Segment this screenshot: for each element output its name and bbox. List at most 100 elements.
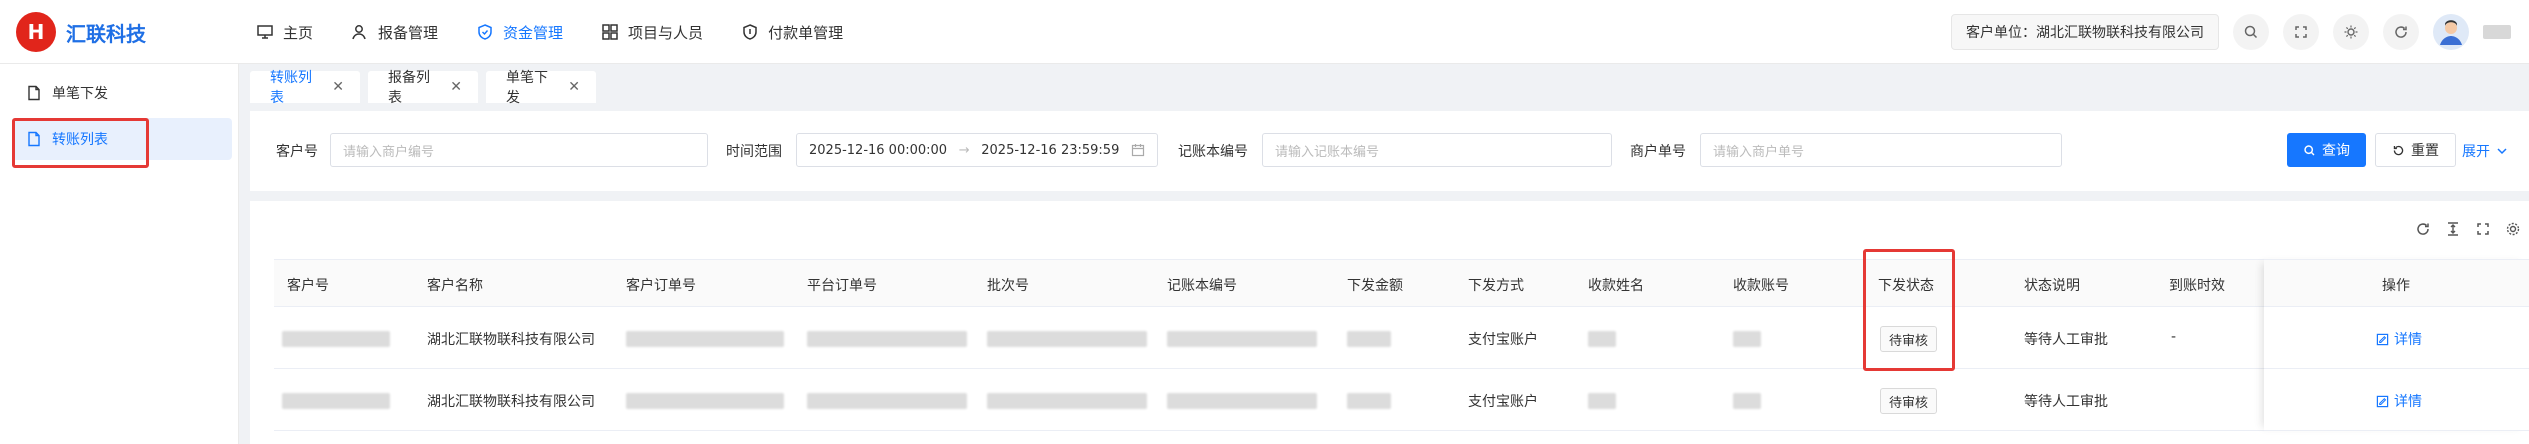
tab-transfer-list[interactable]: 转账列表 ✕ [250,70,360,106]
col-operation: 操作 [2382,278,2410,294]
tab-report-list[interactable]: 报备列表 ✕ [368,70,478,106]
col-status: 下发状态 [1878,278,1934,294]
tab-label: 单笔下发 [506,70,548,106]
search-submit-button[interactable]: 查询 [2287,133,2366,167]
sidebar-item-transfer-list[interactable]: 转账列表 [12,118,232,160]
top-nav: 主页 报备管理 资金管理 项目与人员 付款单管理 [256,0,843,64]
reset-icon [2393,145,2404,155]
file-icon [28,131,40,147]
col-customer-name: 客户名称 [427,278,483,294]
table-toolbar [2415,221,2521,237]
header-actions: 客户单位：湖北汇联物联科技有限公司 [1951,14,2511,50]
edit-icon [2376,395,2389,407]
reset-button[interactable]: 重置 [2375,133,2456,167]
company-selector[interactable]: 客户单位：湖北汇联物联科技有限公司 [1951,14,2219,50]
col-payee-name: 收款姓名 [1588,278,1644,294]
brand-logo[interactable]: H 汇联科技 [16,12,146,52]
gear-icon[interactable] [2505,221,2521,237]
status-badge: 待审核 [1880,326,1938,352]
nav-projects[interactable]: 项目与人员 [601,22,703,43]
monitor-icon [257,25,273,39]
tab-single-transfer[interactable]: 单笔下发 ✕ [486,70,596,106]
col-ledger-no: 记账本编号 [1167,278,1237,294]
col-platform-order: 平台订单号 [807,278,877,294]
nav-projects-label: 项目与人员 [628,23,704,42]
col-status-desc: 状态说明 [2024,278,2080,294]
redacted-platform-order [807,393,967,409]
refresh-icon [2395,26,2407,38]
close-icon[interactable]: ✕ [332,79,344,95]
customer-input[interactable]: 请输入商户编号 [330,133,708,167]
detail-label: 详情 [2394,332,2422,348]
col-batch-no: 批次号 [987,278,1029,294]
sidebar-item-single-transfer[interactable]: 单笔下发 [12,72,232,114]
refresh-button[interactable] [2383,14,2419,50]
redacted-payee-account [1733,331,1761,347]
nav-report-label: 报备管理 [378,23,439,42]
sidebar-item-label: 转账列表 [52,132,108,148]
sidebar: 单笔下发 转账列表 [0,64,239,444]
status-badge: 待审核 [1880,388,1938,414]
col-customer-no: 客户号 [287,278,329,294]
redacted-amount [1347,393,1391,409]
redacted-payee-name [1588,393,1616,409]
nav-payment[interactable]: 付款单管理 [741,22,843,43]
col-customer-order: 客户订单号 [626,278,696,294]
table-row[interactable]: 湖北汇联物联科技有限公司 支付宝账户 待审核 等待人工审批 - [274,307,2529,369]
avatar[interactable] [2433,14,2469,50]
method-cell: 支付宝账户 [1468,332,1538,348]
redacted-payee-name [1588,331,1616,347]
redacted-customer-order [626,331,784,347]
theme-button[interactable] [2333,14,2369,50]
expand-link[interactable]: 展开 [2462,141,2508,161]
merchant-order-label: 商户单号 [1630,144,1686,160]
col-method: 下发方式 [1468,278,1524,294]
nav-funds[interactable]: 资金管理 [476,22,563,43]
nav-funds-label: 资金管理 [503,23,564,42]
tab-label: 报备列表 [388,70,430,106]
tab-label: 转账列表 [270,70,312,106]
refresh-icon[interactable] [2415,221,2431,237]
end-date: 2025-12-16 23:59:59 [981,142,1120,158]
avatar-icon [2440,20,2462,45]
col-amount: 下发金额 [1347,278,1403,294]
reset-label: 重置 [2411,143,2439,159]
file-icon [28,85,40,101]
arrow-right-icon: → [958,142,970,158]
fullscreen-icon [2295,26,2307,38]
close-icon[interactable]: ✕ [568,79,580,95]
status-desc-cell: 等待人工审批 [2024,332,2108,348]
table-panel: 客户号 客户名称 客户订单号 平台订单号 批次号 记账本编号 下发金额 下发方式… [250,201,2529,444]
redacted-ledger-no [1167,393,1317,409]
ledger-label: 记账本编号 [1178,144,1248,160]
tab-bar: 转账列表 ✕ 报备列表 ✕ 单笔下发 ✕ [240,64,2529,110]
column-height-icon[interactable] [2445,221,2461,237]
nav-report[interactable]: 报备管理 [351,22,438,43]
nav-home[interactable]: 主页 [256,22,313,43]
close-icon[interactable]: ✕ [450,79,462,95]
redacted-ledger-no [1167,331,1317,347]
search-icon [2304,144,2315,155]
table-row[interactable]: 湖北汇联物联科技有限公司 支付宝账户 待审核 等待人工审批 [274,369,2529,431]
search-label: 查询 [2322,143,2350,159]
start-date: 2025-12-16 00:00:00 [809,142,948,158]
filter-panel: 客户号 请输入商户编号 时间范围 2025-12-16 00:00:00 → 2… [250,111,2529,191]
shield-check-icon [743,24,757,40]
nav-home-label: 主页 [283,23,314,42]
merchant-order-input[interactable]: 请输入商户单号 [1700,133,2062,167]
top-header: H 汇联科技 主页 报备管理 资金管理 项目与人员 付款单管理 客户单位：湖北汇… [0,0,2529,64]
fullscreen-icon[interactable] [2475,221,2491,237]
table-header: 客户号 客户名称 客户订单号 平台订单号 批次号 记账本编号 下发金额 下发方式… [274,259,2529,307]
date-range-picker[interactable]: 2025-12-16 00:00:00 → 2025-12-16 23:59:5… [796,133,1158,167]
search-button[interactable] [2233,14,2269,50]
redacted-batch-no [987,331,1147,347]
ledger-input[interactable]: 请输入记账本编号 [1262,133,1612,167]
brand-name: 汇联科技 [66,21,146,46]
fixed-operation-column: 操作 详情 详情 [2264,259,2529,431]
detail-link[interactable]: 详情 [2376,329,2422,349]
fullscreen-button[interactable] [2283,14,2319,50]
operation-cell: 详情 [2264,369,2529,431]
calendar-icon [1131,144,1145,157]
operation-cell: 详情 [2264,307,2529,369]
detail-link[interactable]: 详情 [2376,391,2422,411]
